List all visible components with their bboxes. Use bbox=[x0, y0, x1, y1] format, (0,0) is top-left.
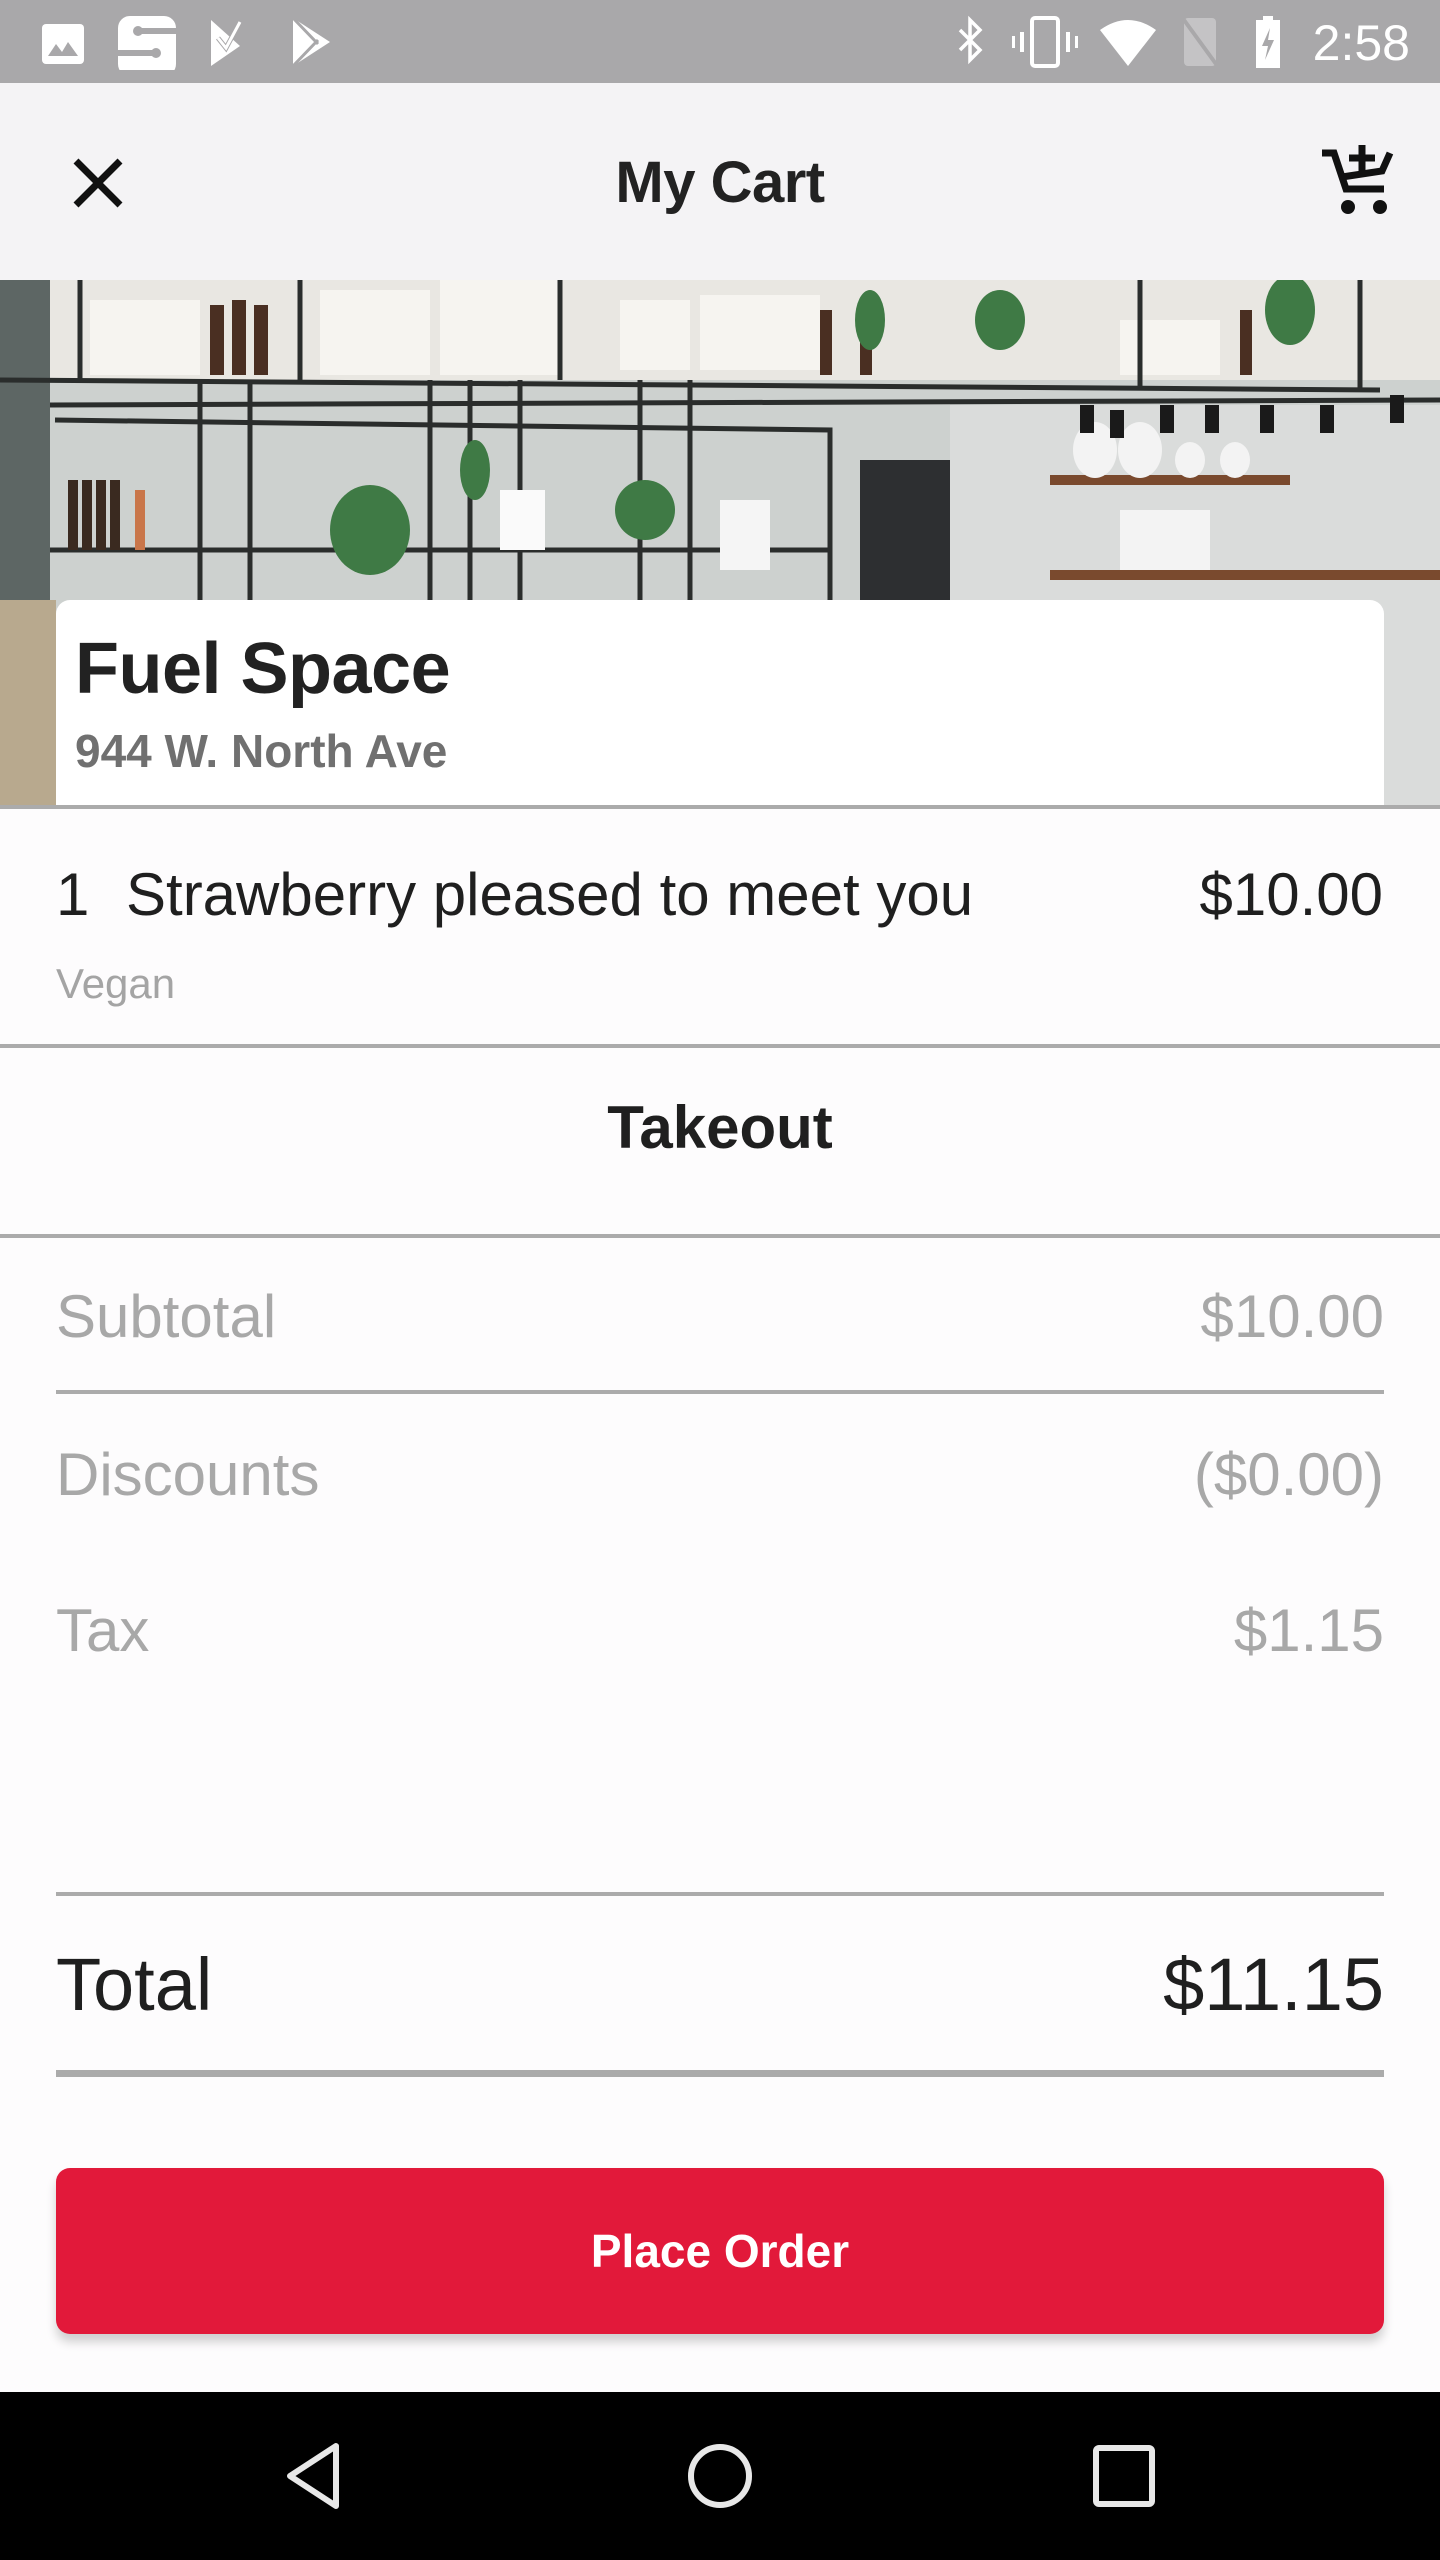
divider bbox=[56, 2070, 1384, 2077]
subtotal-label: Subtotal bbox=[56, 1283, 277, 1350]
total-label: Total bbox=[56, 1943, 213, 2026]
divider bbox=[0, 805, 1440, 809]
restaurant-address: 944 W. North Ave bbox=[75, 725, 448, 777]
order-type-selector[interactable]: Takeout bbox=[0, 1048, 1440, 1234]
play-store-icon bbox=[291, 16, 330, 68]
total-value: $11.15 bbox=[1163, 1943, 1384, 2026]
home-button[interactable] bbox=[680, 2436, 760, 2516]
recents-icon bbox=[1093, 2445, 1155, 2507]
item-name: Strawberry pleased to meet you bbox=[126, 861, 974, 928]
home-icon bbox=[688, 2444, 752, 2508]
wifi-icon bbox=[1100, 20, 1156, 66]
system-nav-bar bbox=[0, 2392, 1440, 2560]
back-button[interactable] bbox=[276, 2436, 356, 2516]
item-modifier: Vegan bbox=[56, 960, 176, 1007]
cart-line-item[interactable]: 1 Strawberry pleased to meet you $10.00 … bbox=[0, 810, 1440, 1045]
restaurant-name: Fuel Space bbox=[75, 629, 451, 709]
back-icon bbox=[287, 2443, 339, 2509]
battery-charging-icon bbox=[1256, 16, 1280, 68]
discounts-value: ($0.00) bbox=[1193, 1441, 1384, 1508]
place-order-button[interactable]: Place Order bbox=[56, 2168, 1384, 2334]
tax-value: $1.15 bbox=[1233, 1597, 1384, 1664]
tax-label: Tax bbox=[56, 1597, 150, 1664]
divider bbox=[56, 1390, 1384, 1394]
divider bbox=[56, 1892, 1384, 1896]
s-app-icon bbox=[118, 16, 176, 70]
status-bar: 2:58 bbox=[0, 0, 1440, 83]
vibrate-icon bbox=[1012, 16, 1078, 68]
restaurant-info-card: Fuel Space 944 W. North Ave bbox=[56, 600, 1384, 806]
item-quantity: 1 bbox=[56, 861, 90, 928]
recents-button[interactable] bbox=[1084, 2436, 1164, 2516]
bluetooth-icon bbox=[958, 15, 983, 65]
app-bar: My Cart bbox=[0, 83, 1440, 280]
subtotal-value: $10.00 bbox=[1200, 1283, 1384, 1350]
status-time: 2:58 bbox=[1312, 15, 1410, 71]
item-price: $10.00 bbox=[1199, 861, 1383, 928]
gallery-icon bbox=[42, 24, 84, 64]
no-sim-icon bbox=[1182, 18, 1218, 66]
page-title: My Cart bbox=[615, 150, 825, 215]
play-games-check-icon bbox=[211, 20, 243, 66]
add-to-cart-button[interactable] bbox=[1318, 141, 1398, 221]
add-to-cart-icon bbox=[1322, 145, 1394, 214]
discounts-label: Discounts bbox=[56, 1441, 320, 1508]
divider bbox=[0, 1234, 1440, 1238]
